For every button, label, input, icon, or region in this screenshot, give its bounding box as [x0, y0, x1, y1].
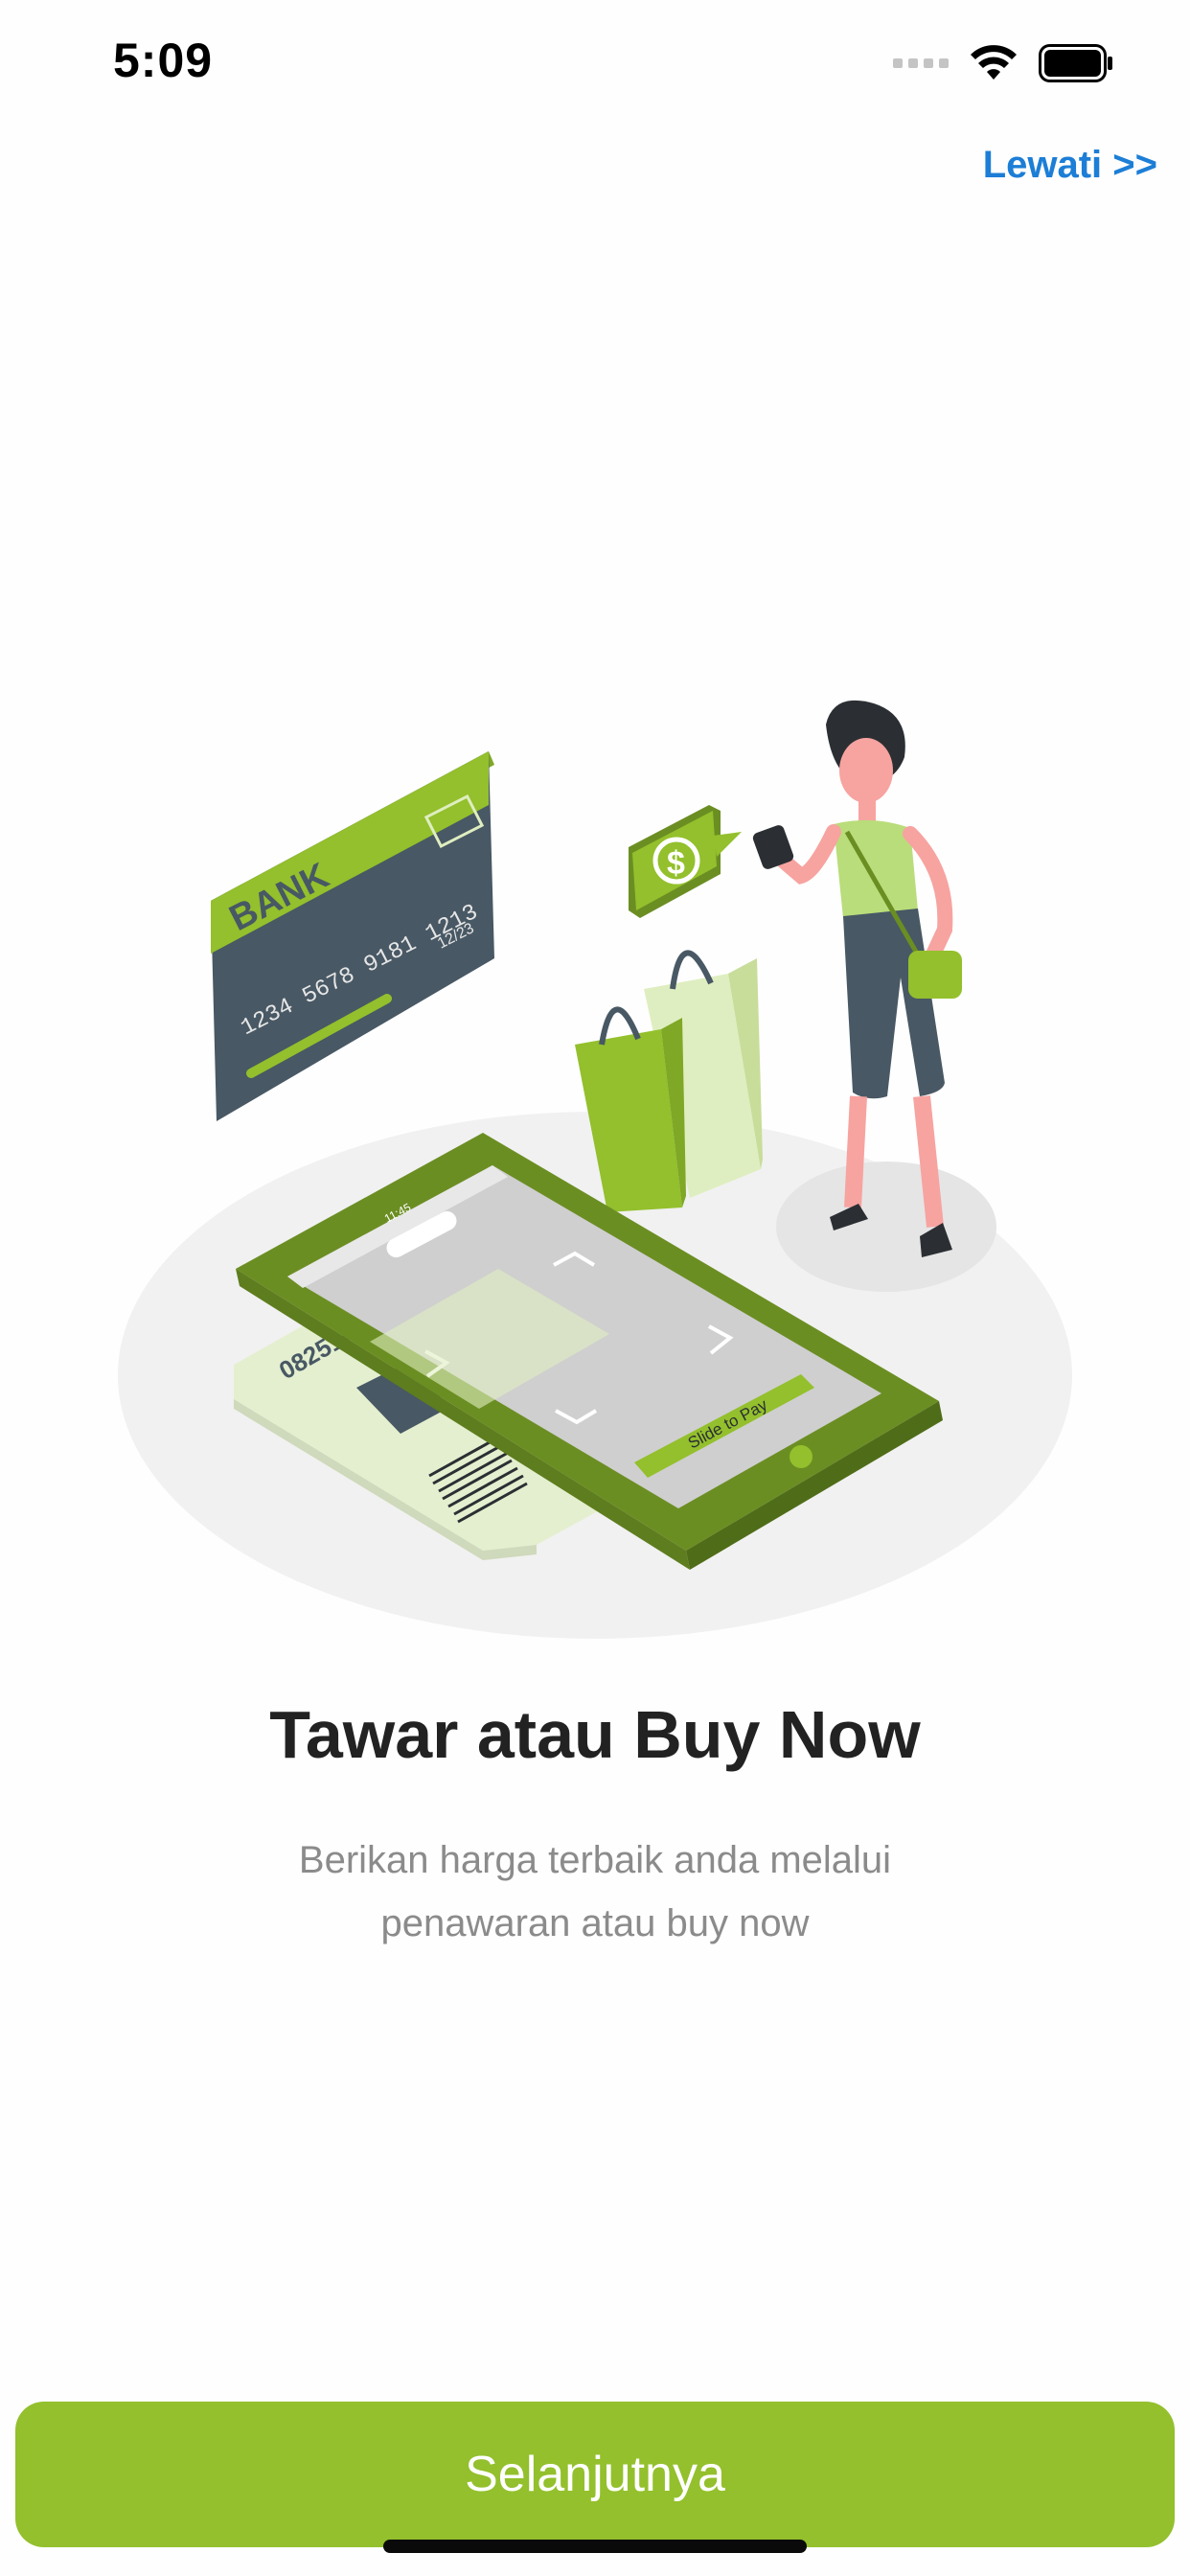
home-indicator [383, 2540, 807, 2553]
status-time: 5:09 [113, 34, 214, 87]
cellular-signal-icon [893, 58, 949, 68]
battery-icon [1039, 44, 1112, 82]
shopping-bags [575, 950, 763, 1212]
payment-bubble: $ [629, 805, 742, 918]
bank-card: BANK 1234 5678 9181 1213 12/23 [211, 751, 494, 1121]
skip-link[interactable]: Lewati >> [983, 144, 1157, 187]
person-shadow [776, 1162, 996, 1292]
coin-symbol: $ [667, 845, 685, 882]
next-button[interactable]: Selanjutnya [15, 2402, 1175, 2547]
onboarding-subtitle: Berikan harga terbaik anda melalui penaw… [0, 1828, 1190, 1955]
onboarding-illustration: BANK 1234 5678 9181 1213 12/23 $ 082514 … [118, 700, 1072, 1639]
subtitle-line-1: Berikan harga terbaik anda melalui [298, 1839, 892, 1881]
status-bar: 5:09 [0, 0, 1190, 134]
onboarding-title: Tawar atau Buy Now [269, 1697, 921, 1772]
wifi-icon [971, 45, 1017, 80]
status-icons [893, 42, 1113, 84]
subtitle-line-2: penawaran atau buy now [380, 1902, 810, 1944]
